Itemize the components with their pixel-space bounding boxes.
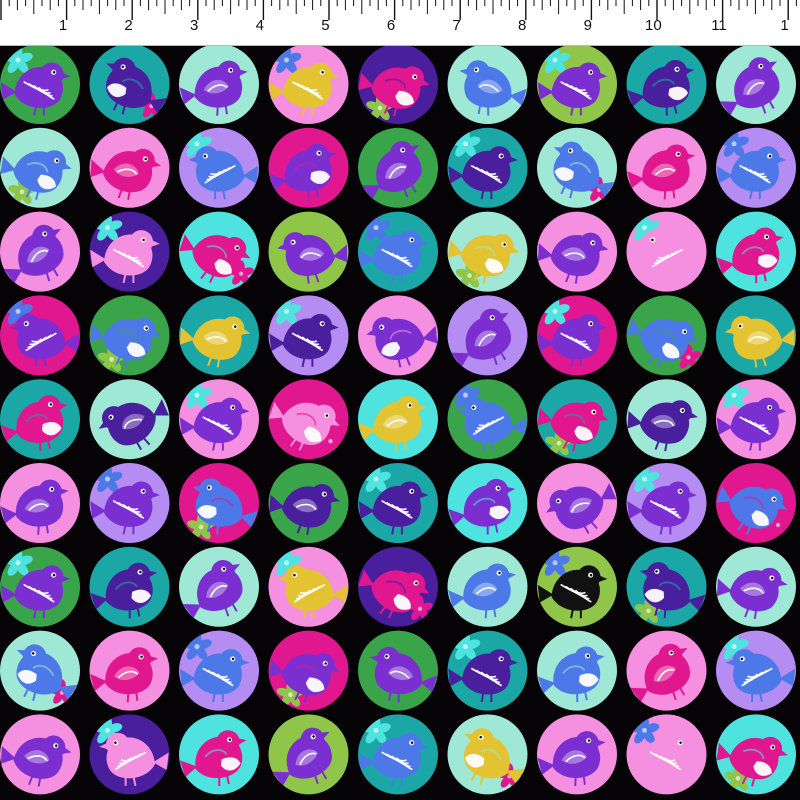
bird-dot-tile	[89, 295, 170, 376]
bird-dot-tile	[0, 546, 80, 627]
bird-dot-tile	[268, 46, 349, 124]
bird-dot-tile	[626, 630, 707, 711]
bird-dot-tile	[0, 295, 80, 376]
pattern-canvas	[0, 46, 796, 795]
ruler-label: 6	[387, 17, 395, 34]
bird-dot-tile	[626, 295, 707, 376]
bird-dot-tile	[716, 714, 796, 795]
bird-dot-tile	[358, 463, 438, 543]
bird-dot-tile	[626, 127, 707, 208]
bird-dot-tile	[447, 463, 528, 543]
bird-dot-tile	[358, 211, 438, 292]
bird-dot-tile	[268, 295, 349, 376]
ruler-label: 7	[452, 17, 460, 34]
bird-dot-tile	[179, 714, 259, 795]
bird-dot-tile	[626, 46, 707, 124]
bird-dot-tile	[89, 546, 170, 627]
bird-dot-tile	[179, 46, 259, 124]
ruler-label: 2	[124, 17, 132, 34]
bird-dot-tile	[716, 46, 796, 124]
bird-dot-tile	[447, 46, 528, 124]
bird-dot-tile	[626, 379, 707, 460]
bird-dot-tile	[0, 630, 80, 711]
bird-dot-tile	[358, 630, 438, 711]
ruler-label: 10	[645, 17, 662, 34]
bird-dot-tile	[537, 714, 617, 795]
bird-dot-tile	[537, 127, 617, 208]
bird-dot-tile	[179, 630, 259, 711]
bird-dot-tile	[716, 379, 796, 460]
bird-dot-tile	[0, 379, 80, 460]
bird-dot-tile	[89, 46, 170, 124]
bird-dot-tile	[626, 546, 707, 627]
bird-dot-tile	[537, 546, 617, 627]
bird-dot-tile	[447, 211, 528, 292]
ruler-label: 3	[190, 17, 198, 34]
bird-dot-tile	[358, 295, 438, 376]
bird-dot-tile	[358, 379, 438, 460]
ruler-label: 11	[711, 17, 727, 34]
bird-dot-tile	[537, 211, 617, 292]
bird-dot-tile	[358, 127, 438, 208]
bird-dot-tile	[447, 630, 528, 711]
bird-dot-tile	[716, 295, 796, 376]
bird-dot-tile	[179, 546, 259, 627]
bird-dot-tile	[626, 211, 707, 292]
bird-dot-tile	[716, 463, 796, 543]
bird-dot-tile	[358, 546, 438, 627]
bird-dot-tile	[0, 46, 80, 124]
ruler-label: 1	[59, 17, 67, 34]
bird-dot-tile	[179, 295, 259, 376]
bird-dot-tile	[0, 714, 80, 795]
ruler-label: 9	[584, 17, 592, 34]
bird-dot-tile	[716, 211, 796, 292]
bird-dot-tile	[447, 379, 528, 460]
ruler-label: 5	[321, 17, 329, 34]
bird-dot-tile	[0, 211, 80, 292]
bird-dot-tile	[537, 295, 617, 376]
bird-dot-tile	[447, 295, 528, 376]
bird-dot-tile	[89, 379, 170, 460]
bird-dot-tile	[179, 463, 259, 543]
bird-dot-tile	[716, 546, 796, 627]
bird-dot-tile	[268, 630, 349, 711]
bird-dot-tile	[89, 211, 170, 292]
bird-dot-tile	[268, 463, 349, 543]
bird-dot-tile	[89, 463, 170, 543]
bird-dot-tile	[268, 127, 349, 208]
ruler-ticks: 1 2 3 4 5 6 7 8 9 10 11 1	[0, 0, 800, 46]
bird-dot-tile	[447, 127, 528, 208]
measuring-ruler: 1 2 3 4 5 6 7 8 9 10 11 1	[0, 0, 800, 46]
bird-dot-tile	[268, 379, 349, 460]
bird-dot-tile	[268, 714, 349, 795]
ruler-label: 4	[256, 17, 264, 34]
bird-dot-tile	[268, 546, 349, 627]
bird-dot-tile	[537, 379, 617, 460]
bird-dot-tile	[0, 127, 80, 208]
bird-dot-tile	[89, 630, 170, 711]
ruler-label: 8	[518, 17, 526, 34]
bird-dot-pattern	[0, 46, 800, 800]
bird-dot-tile	[89, 127, 170, 208]
ruler-label: 1	[780, 17, 788, 34]
bird-dot-tile	[268, 211, 349, 292]
bird-dot-tile	[358, 714, 438, 795]
bird-dot-tile	[537, 46, 617, 124]
bird-dot-tile	[716, 630, 796, 711]
bird-dot-tile	[179, 379, 259, 460]
fabric-swatch: 1 2 3 4 5 6 7 8 9 10 11 1	[0, 0, 800, 800]
bird-dot-tile	[179, 211, 259, 292]
bird-dot-tile	[447, 546, 528, 627]
bird-dot-tile	[179, 127, 259, 208]
bird-dot-tile	[716, 127, 796, 208]
bird-dot-tile	[89, 714, 170, 795]
bird-dot-tile	[447, 714, 528, 795]
bird-dot-tile	[626, 463, 707, 543]
bird-dot-tile	[626, 714, 707, 795]
bird-dot-tile	[537, 630, 617, 711]
bird-dot-tile	[358, 46, 438, 124]
bird-dot-tile	[537, 463, 617, 543]
bird-dot-tile	[0, 463, 80, 543]
